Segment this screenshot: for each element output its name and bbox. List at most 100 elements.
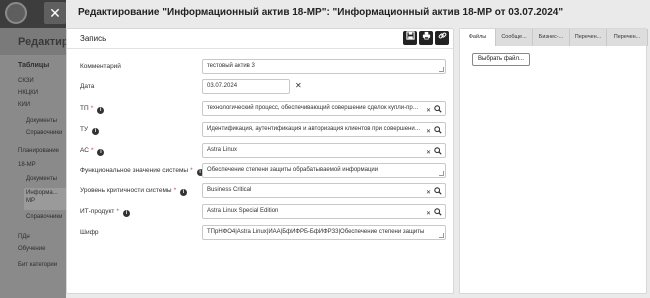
- tab-item[interactable]: Перечен...: [607, 29, 648, 46]
- clear-icon[interactable]: ✕: [426, 126, 431, 136]
- info-icon[interactable]: i: [180, 189, 188, 196]
- clear-date-icon[interactable]: ✕: [295, 81, 302, 90]
- search-icon[interactable]: [434, 207, 442, 218]
- field-label-text: ТП: [80, 105, 89, 112]
- tab-item[interactable]: Перечен...: [570, 29, 607, 46]
- tab-item[interactable]: Бизнес-...: [533, 29, 570, 46]
- link-button[interactable]: [435, 31, 449, 45]
- search-icon[interactable]: [434, 186, 442, 197]
- required-marker: *: [90, 105, 94, 112]
- form-row: АС * i Astra Linux ✕: [67, 143, 455, 161]
- field-label-text: Шифр: [80, 229, 99, 236]
- modal-title: Редактирование "Информационный актив 18-…: [78, 7, 564, 18]
- tab-files[interactable]: Файлы: [460, 29, 496, 46]
- background-sidebar-item: Информа...: [26, 190, 58, 196]
- clear-icon[interactable]: ✕: [426, 208, 431, 218]
- form-row: Шифр ТПрНФО4|Astra Linux|ИАА|БфИФРБ-БфИФР…: [67, 225, 455, 243]
- field-label: Функциональное значение системы * i: [80, 167, 204, 176]
- record-panel: Запись Комментарий тестовый актив 3 Дата 03…: [66, 28, 454, 294]
- field-value: 03.07.2024: [207, 83, 238, 89]
- lookup-input[interactable]: Astra Linux ✕: [202, 143, 446, 158]
- info-icon[interactable]: i: [97, 107, 105, 114]
- form-row: ТУ i Идентификация, аутентификация и автор…: [67, 122, 455, 140]
- field-label: АС * i: [80, 147, 105, 156]
- background-sidebar-item: Документы: [26, 118, 57, 124]
- search-icon[interactable]: [434, 125, 442, 136]
- required-marker: *: [173, 187, 177, 194]
- field-label-text: Функциональное значение системы: [80, 167, 189, 174]
- save-button[interactable]: [403, 31, 417, 45]
- field-value: Обеспечение степени защиты обрабатываемо…: [207, 167, 379, 173]
- background-sidebar-item: ПДн: [18, 234, 30, 240]
- form-row: Дата 03.07.2024 ✕: [67, 79, 455, 97]
- field-label-text: Уровень критичности системы: [80, 187, 172, 194]
- edit-modal: Редактирование "Информационный актив 18-…: [66, 0, 650, 298]
- print-button[interactable]: [419, 31, 433, 45]
- clear-icon[interactable]: ✕: [426, 105, 431, 115]
- textarea-input[interactable]: тестовый актив 3: [202, 59, 446, 74]
- field-label: Шифр: [80, 229, 99, 236]
- required-marker: *: [90, 147, 94, 154]
- link-icon: [438, 32, 447, 42]
- background-sidebar-item: МР: [26, 198, 35, 204]
- field-label-text: ТУ: [80, 126, 89, 133]
- resize-handle[interactable]: [439, 67, 444, 72]
- field-value: Business Critical: [207, 187, 252, 193]
- app-logo: [5, 2, 27, 24]
- save-icon: [405, 31, 415, 42]
- print-icon: [422, 31, 431, 42]
- attachments-panel: Файлы Сообще... Бизнес-... Перечен... Перече…: [459, 28, 648, 294]
- field-label-text: ИТ-продукт: [80, 208, 115, 215]
- field-label-text: АС: [80, 147, 89, 154]
- clear-icon[interactable]: ✕: [426, 147, 431, 157]
- field-value: Astra Linux: [207, 147, 238, 153]
- textarea-input[interactable]: ТПрНФО4|Astra Linux|ИАА|БфИФРБ-БфИФРЗ3|О…: [202, 225, 446, 240]
- field-label-text: Дата: [80, 83, 95, 90]
- lookup-input[interactable]: Astra Linux Special Edition ✕: [202, 204, 446, 219]
- textarea-input[interactable]: Обеспечение степени защиты обрабатываемо…: [202, 163, 446, 178]
- field-value: Идентификация, аутентификация и авториза…: [207, 126, 421, 132]
- background-sidebar-item: НКЦКИ: [18, 90, 39, 96]
- close-modal-button[interactable]: ✕: [44, 2, 66, 24]
- field-label-text: Комментарий: [80, 63, 121, 70]
- field-label: Дата: [80, 83, 94, 90]
- info-icon[interactable]: i: [97, 149, 105, 156]
- right-tabs: Файлы Сообще... Бизнес-... Перечен... Перече…: [460, 29, 648, 46]
- background-sidebar-item: Планирование: [18, 148, 59, 154]
- field-value: ТПрНФО4|Astra Linux|ИАА|БфИФРБ-БфИФРЗ3|О…: [207, 229, 425, 235]
- field-value: Astra Linux Special Edition: [207, 208, 279, 214]
- background-sidebar-item: Справочники: [26, 130, 63, 136]
- info-icon[interactable]: i: [122, 210, 130, 217]
- field-label: Уровень критичности системы * i: [80, 187, 188, 196]
- lookup-input[interactable]: технологический процесс, обеспечивающий …: [202, 101, 446, 116]
- field-label: ТУ i: [80, 126, 100, 135]
- required-marker: *: [190, 167, 193, 174]
- record-panel-header: Запись: [67, 29, 453, 49]
- search-icon[interactable]: [434, 146, 442, 157]
- record-panel-label: Запись: [80, 34, 107, 43]
- form-row: Функциональное значение системы * i Обеспеч…: [67, 163, 455, 181]
- tab-item[interactable]: Сообще...: [496, 29, 533, 46]
- field-label: ТП * i: [80, 105, 105, 114]
- background-sidebar-item: Документы: [26, 176, 57, 182]
- search-icon[interactable]: [434, 104, 442, 115]
- background-sidebar-item: КИИ: [18, 102, 31, 108]
- form-row: ИТ-продукт * i Astra Linux Special Edition ✕: [67, 204, 455, 222]
- choose-file-button[interactable]: Выбрать файл...: [472, 53, 530, 66]
- date-input[interactable]: 03.07.2024: [202, 79, 290, 94]
- lookup-input[interactable]: Business Critical ✕: [202, 183, 446, 198]
- background-sidebar-item: СКЗИ: [18, 78, 34, 84]
- field-value: тестовый актив 3: [207, 63, 255, 69]
- background-sidebar-item: Обучение: [18, 246, 46, 252]
- background-sidebar-item: Бит категории: [18, 262, 58, 268]
- background-sidebar-item: Справочники: [26, 214, 63, 220]
- info-icon[interactable]: i: [92, 128, 100, 135]
- form-row: ТП * i технологический процесс, обеспечиваю…: [67, 101, 455, 119]
- resize-handle[interactable]: [439, 233, 444, 238]
- background-sidebar-item: Таблицы: [18, 62, 50, 69]
- field-label: Комментарий: [80, 63, 121, 70]
- lookup-input[interactable]: Идентификация, аутентификация и авториза…: [202, 122, 446, 137]
- required-marker: *: [116, 208, 119, 215]
- resize-handle[interactable]: [439, 171, 444, 176]
- clear-icon[interactable]: ✕: [426, 187, 431, 197]
